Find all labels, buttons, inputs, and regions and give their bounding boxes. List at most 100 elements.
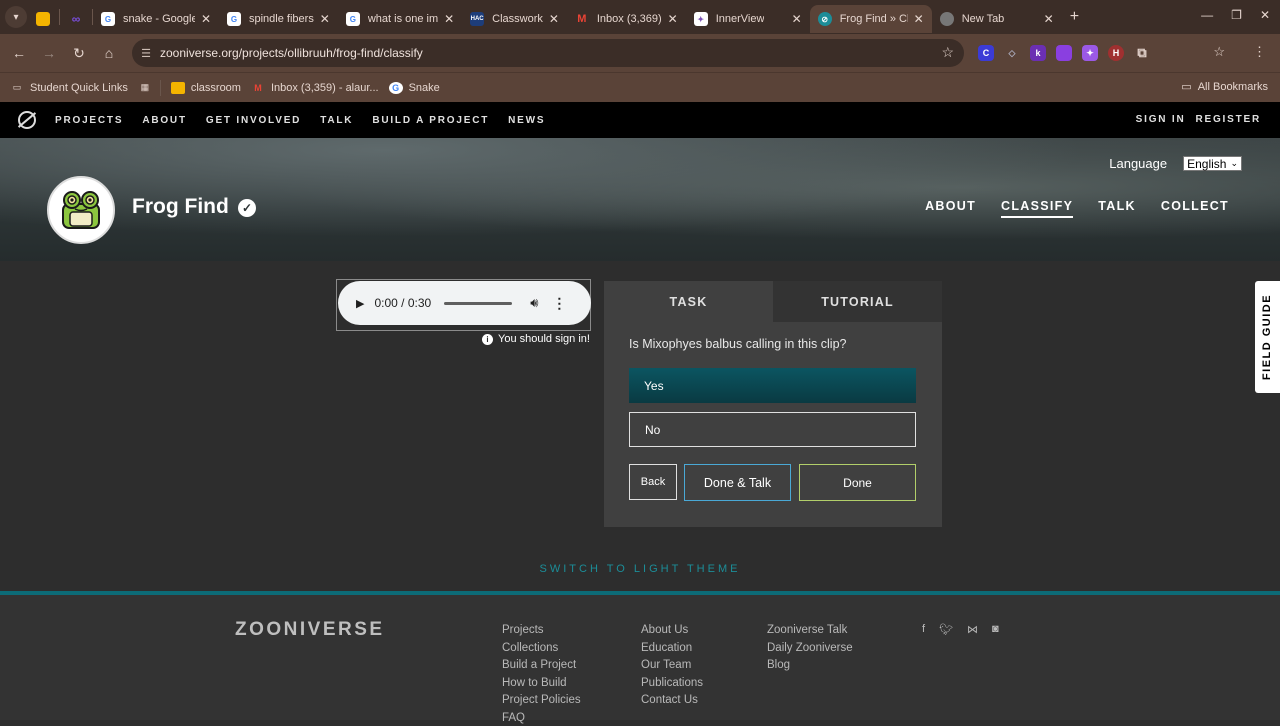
tab-classwork[interactable]: HAC Classwork ✕ <box>462 5 567 33</box>
volume-icon[interactable]: 🔊︎ <box>530 295 538 311</box>
nav-news[interactable]: NEWS <box>508 115 545 126</box>
tab-spindle[interactable]: G spindle fibers ✕ <box>219 5 338 33</box>
tab-inbox[interactable]: M Inbox (3,369) ✕ <box>567 5 686 33</box>
bluesky-icon[interactable]: ⋈ <box>967 623 978 636</box>
bookmark-classroom[interactable]: classroom <box>170 81 241 94</box>
close-icon[interactable]: ✕ <box>201 12 211 26</box>
instagram-icon[interactable]: ◙ <box>992 623 999 636</box>
url-bar[interactable]: ☰ zooniverse.org/projects/ollibruuh/frog… <box>132 39 964 67</box>
switch-theme-link[interactable]: SWITCH TO LIGHT THEME <box>0 563 1280 575</box>
project-nav-classify[interactable]: CLASSIFY <box>1001 199 1074 218</box>
new-tab-plus-icon[interactable]: + <box>1070 8 1079 26</box>
bookmark-snake[interactable]: G Snake <box>388 81 440 94</box>
audio-progress-slider[interactable] <box>444 301 513 305</box>
tab-frog-find[interactable]: ⊘ Frog Find » Cla ✕ <box>809 5 932 33</box>
project-title[interactable]: Frog Find <box>132 195 229 219</box>
home-icon[interactable]: ⌂ <box>94 45 124 61</box>
tab-pinned-1[interactable] <box>27 5 59 33</box>
tab-what-is[interactable]: G what is one im ✕ <box>338 5 462 33</box>
close-icon[interactable]: ✕ <box>444 12 454 26</box>
close-icon[interactable]: ✕ <box>320 12 330 26</box>
nav-projects[interactable]: PROJECTS <box>55 115 123 126</box>
site-settings-icon[interactable]: ☰ <box>132 47 160 60</box>
tab-title: Inbox (3,369) <box>596 13 662 25</box>
tab-tutorial[interactable]: TUTORIAL <box>773 281 942 322</box>
zooniverse-logo-icon[interactable] <box>18 111 36 129</box>
footer-link[interactable]: Projects <box>502 624 581 638</box>
extension-shield-icon[interactable]: ◇ <box>1004 45 1020 61</box>
register-link[interactable]: REGISTER <box>1195 114 1261 125</box>
bookmark-inbox[interactable]: M Inbox (3,359) - alaur... <box>251 82 378 94</box>
footer-link[interactable]: Zooniverse Talk <box>767 624 853 638</box>
footer-link[interactable]: About Us <box>641 624 703 638</box>
all-bookmarks[interactable]: ▭ All Bookmarks <box>1181 80 1268 94</box>
done-button[interactable]: Done <box>799 464 916 501</box>
tab-pinned-2[interactable]: ∞ <box>60 5 92 33</box>
tab-task[interactable]: TASK <box>604 281 773 322</box>
url-text[interactable]: zooniverse.org/projects/ollibruuh/frog-f… <box>160 46 423 60</box>
language-select[interactable]: English ⌄ <box>1183 156 1242 171</box>
minimize-icon[interactable]: — <box>1201 8 1213 22</box>
reading-list-icon[interactable]: ☆ <box>1213 44 1225 60</box>
footer-link[interactable]: Publications <box>641 677 703 691</box>
twitter-icon[interactable]: 🐦︎ <box>939 623 953 636</box>
play-icon[interactable]: ▶ <box>356 297 364 310</box>
footer-link[interactable]: Contact Us <box>641 694 703 708</box>
bookmark-folder-icon: ▭ <box>12 82 22 92</box>
tab-innerview[interactable]: ✦ InnerView ✕ <box>686 5 810 33</box>
extension-purple-icon[interactable] <box>1056 45 1072 61</box>
audio-player[interactable]: ▶ 0:00 / 0:30 🔊︎ ⋮ <box>338 281 591 325</box>
more-options-icon[interactable]: ⋮ <box>1253 44 1266 60</box>
footer-logo[interactable]: ZOONIVERSE <box>235 619 385 641</box>
sign-in-link[interactable]: SIGN IN <box>1136 114 1186 125</box>
extensions-puzzle-icon[interactable]: ⧉ <box>1134 45 1150 61</box>
extension-h-icon[interactable]: H <box>1108 45 1124 61</box>
bookmark-star-icon[interactable]: ☆ <box>941 44 954 61</box>
project-avatar[interactable] <box>47 176 115 244</box>
footer-link[interactable]: Our Team <box>641 659 703 673</box>
tab-search-chevron-icon[interactable]: ▾ <box>5 6 27 28</box>
nav-build-a-project[interactable]: BUILD A PROJECT <box>372 115 489 126</box>
project-nav-about[interactable]: ABOUT <box>925 199 976 218</box>
tab-snake[interactable]: G snake - Google ✕ <box>93 5 219 33</box>
tab-new-tab[interactable]: New Tab ✕ <box>932 5 1062 33</box>
footer-link[interactable]: How to Build <box>502 677 581 691</box>
extension-c-icon[interactable]: C <box>978 45 994 61</box>
footer-link[interactable]: Education <box>641 642 703 656</box>
close-icon[interactable]: ✕ <box>1044 12 1054 26</box>
answer-yes[interactable]: Yes <box>629 368 916 403</box>
close-icon[interactable]: ✕ <box>549 12 559 26</box>
answer-no[interactable]: No <box>629 412 916 447</box>
forward-arrow-icon[interactable]: → <box>34 45 64 61</box>
nav-talk[interactable]: TALK <box>320 115 353 126</box>
done-and-talk-button[interactable]: Done & Talk <box>684 464 791 501</box>
more-options-icon[interactable]: ⋮ <box>552 295 566 312</box>
field-guide-tab[interactable]: FIELD GUIDE <box>1255 281 1280 393</box>
info-icon: i <box>482 333 493 345</box>
back-arrow-icon[interactable]: ← <box>4 45 34 61</box>
bookmark-student-quick-links[interactable]: ▭ Student Quick Links <box>10 82 128 94</box>
footer-link[interactable]: Build a Project <box>502 659 581 673</box>
footer-link[interactable]: Collections <box>502 642 581 656</box>
footer-link[interactable]: Project Policies <box>502 694 581 708</box>
close-window-icon[interactable]: ✕ <box>1260 8 1270 22</box>
nav-about[interactable]: ABOUT <box>142 115 187 126</box>
social-links: f 🐦︎ ⋈ ◙ <box>922 623 999 636</box>
project-nav-talk[interactable]: TALK <box>1098 199 1136 218</box>
nav-get-involved[interactable]: GET INVOLVED <box>206 115 301 126</box>
footer-link[interactable]: Daily Zooniverse <box>767 642 853 656</box>
reload-icon[interactable]: ↻ <box>64 45 94 62</box>
project-nav-collect[interactable]: COLLECT <box>1161 199 1229 218</box>
close-icon[interactable]: ✕ <box>914 12 924 26</box>
close-icon[interactable]: ✕ <box>668 12 678 26</box>
gmail-icon: M <box>577 13 587 25</box>
apps-grid[interactable]: ▦ <box>138 82 152 94</box>
facebook-icon[interactable]: f <box>922 623 925 636</box>
extension-tw-icon[interactable]: ✦ <box>1082 45 1098 61</box>
restore-icon[interactable]: ❐ <box>1231 8 1242 22</box>
extension-k-icon[interactable]: k <box>1030 45 1046 61</box>
footer-link[interactable]: Blog <box>767 659 853 673</box>
back-button[interactable]: Back <box>629 464 677 500</box>
close-icon[interactable]: ✕ <box>792 12 802 26</box>
footer-link[interactable]: FAQ <box>502 712 581 726</box>
